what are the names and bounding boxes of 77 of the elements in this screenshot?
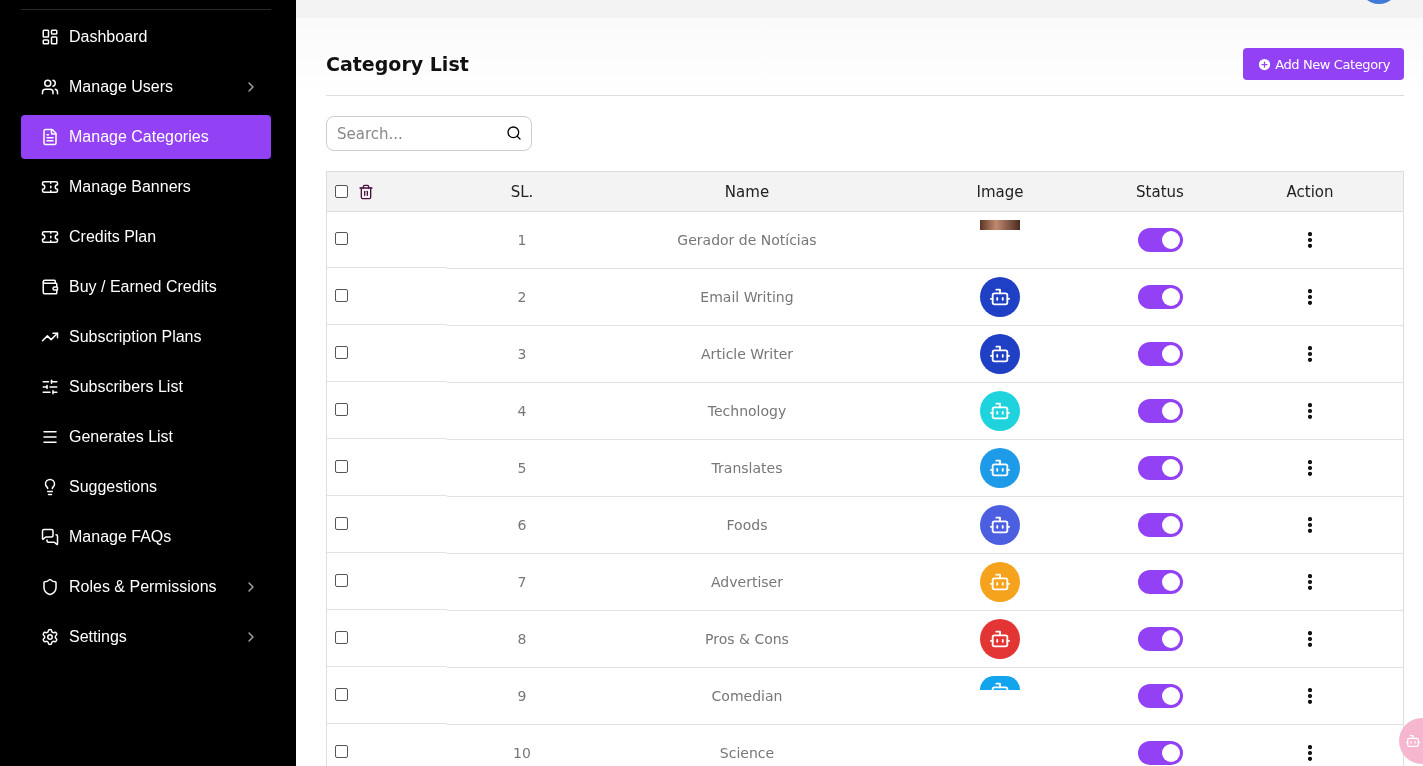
row-checkbox[interactable] bbox=[335, 403, 348, 416]
serial-number: 8 bbox=[517, 631, 527, 647]
dashboard-icon bbox=[41, 28, 59, 46]
status-toggle[interactable] bbox=[1137, 342, 1183, 366]
sidebar-item[interactable]: Manage Banners bbox=[21, 165, 271, 209]
category-name: Gerador de Notícias bbox=[677, 232, 817, 248]
status-toggle[interactable] bbox=[1137, 741, 1183, 765]
status-toggle[interactable] bbox=[1137, 399, 1183, 423]
select-all-checkbox[interactable] bbox=[335, 185, 348, 198]
ticket-icon bbox=[41, 228, 59, 246]
status-toggle[interactable] bbox=[1137, 228, 1183, 252]
add-category-button[interactable]: Add New Category bbox=[1243, 48, 1404, 80]
category-name: Article Writer bbox=[700, 346, 794, 362]
sidebar-item[interactable]: Buy / Earned Credits bbox=[21, 265, 271, 309]
row-checkbox[interactable] bbox=[335, 745, 348, 758]
column-header: SL. bbox=[447, 172, 597, 212]
serial-number: 4 bbox=[517, 403, 527, 419]
serial-number: 9 bbox=[517, 688, 527, 704]
column-header: Status bbox=[1103, 172, 1217, 212]
row-checkbox[interactable] bbox=[335, 517, 348, 530]
document-icon bbox=[41, 128, 59, 146]
sidebar-item[interactable]: Subscription Plans bbox=[21, 315, 271, 359]
status-toggle[interactable] bbox=[1137, 285, 1183, 309]
sidebar-item[interactable]: Generates List bbox=[21, 415, 271, 459]
category-name: Technology bbox=[707, 403, 787, 419]
serial-number: 7 bbox=[517, 574, 527, 590]
row-checkbox[interactable] bbox=[335, 574, 348, 587]
settings-icon bbox=[41, 628, 59, 646]
row-checkbox[interactable] bbox=[335, 232, 348, 245]
search-icon bbox=[506, 125, 522, 141]
shield-icon bbox=[41, 578, 59, 596]
serial-number: 5 bbox=[517, 460, 527, 476]
category-name: Translates bbox=[711, 460, 783, 476]
category-name: Email Writing bbox=[700, 289, 794, 305]
status-toggle[interactable] bbox=[1137, 456, 1183, 480]
serial-number: 2 bbox=[517, 289, 527, 305]
sidebar-item[interactable]: Roles & Permissions bbox=[21, 565, 271, 609]
sidebar-item[interactable]: Subscribers List bbox=[21, 365, 271, 409]
sidebar-item[interactable]: Manage FAQs bbox=[21, 515, 271, 559]
status-toggle[interactable] bbox=[1137, 684, 1183, 708]
menu-icon bbox=[41, 428, 59, 446]
category-name: Comedian bbox=[711, 688, 783, 704]
column-header: Image bbox=[897, 172, 1103, 212]
trash-icon[interactable] bbox=[358, 183, 374, 200]
row-checkbox[interactable] bbox=[335, 346, 348, 359]
chat-icon bbox=[41, 528, 59, 546]
serial-number: 6 bbox=[517, 517, 527, 533]
row-checkbox[interactable] bbox=[335, 460, 348, 473]
category-name: Foods bbox=[726, 517, 768, 533]
row-checkbox[interactable] bbox=[335, 631, 348, 644]
sidebar-item[interactable]: Settings bbox=[21, 615, 271, 659]
sidebar-item[interactable]: Manage Categories bbox=[21, 115, 271, 159]
column-header: Name bbox=[597, 172, 897, 212]
category-name: Pros & Cons bbox=[705, 631, 789, 647]
row-checkbox[interactable] bbox=[335, 688, 348, 701]
sidebar-item[interactable]: Manage Users bbox=[21, 65, 271, 109]
page-title: Category List bbox=[326, 53, 469, 75]
sidebar-item[interactable]: Suggestions bbox=[21, 465, 271, 509]
column-header: Action bbox=[1217, 172, 1403, 212]
ticket-icon bbox=[41, 178, 59, 196]
wallet-icon bbox=[41, 278, 59, 296]
row-checkbox[interactable] bbox=[335, 289, 348, 302]
status-toggle[interactable] bbox=[1137, 627, 1183, 651]
photo-placeholder bbox=[980, 220, 1020, 230]
serial-number: 10 bbox=[513, 745, 531, 761]
serial-number: 1 bbox=[517, 232, 527, 248]
plus-circle-icon bbox=[1257, 56, 1273, 72]
category-name: Advertiser bbox=[711, 574, 783, 590]
search-field[interactable]: Search... bbox=[326, 116, 532, 151]
status-toggle[interactable] bbox=[1137, 513, 1183, 537]
category-name: Science bbox=[719, 745, 775, 761]
sidebar-item[interactable]: Credits Plan bbox=[21, 215, 271, 259]
sidebar-item[interactable]: Dashboard bbox=[21, 15, 271, 59]
users-icon bbox=[41, 78, 59, 96]
serial-number: 3 bbox=[517, 346, 527, 362]
sliders-icon bbox=[41, 378, 59, 396]
status-toggle[interactable] bbox=[1137, 570, 1183, 594]
